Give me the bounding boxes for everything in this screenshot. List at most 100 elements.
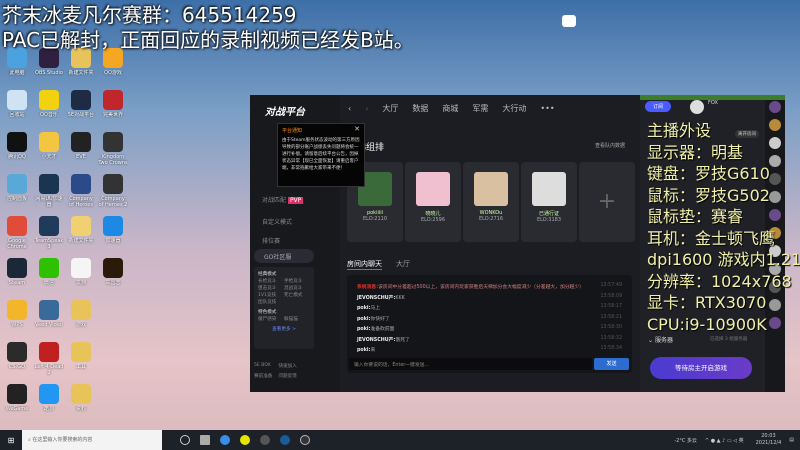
wait-host-button[interactable]: 等待房主开启游戏 (650, 357, 752, 379)
desktop-icon[interactable]: TeamSpeak 3 (34, 216, 64, 250)
desktop-icon[interactable]: 5E对战平台 (66, 90, 96, 124)
app-icon-obs2[interactable] (300, 435, 310, 445)
5ebox-link[interactable]: 5E BOX (254, 363, 272, 369)
desktop-icon[interactable]: 酷狗 (34, 384, 64, 418)
nav-tab[interactable]: 大厅 (382, 103, 398, 114)
app-icon-qqmusic[interactable] (240, 435, 250, 445)
nav-tab[interactable]: 数据 (412, 103, 428, 114)
desktop-icon[interactable]: 工具 (66, 342, 96, 376)
desktop-icon[interactable]: Veed Video (34, 300, 64, 334)
desktop-icon-label: WPS (11, 322, 23, 328)
app-icon (103, 132, 123, 152)
desktop-icon[interactable]: Company of Heroes (66, 174, 96, 208)
desktop-icon[interactable]: 控制面板 (2, 174, 32, 208)
player-card[interactable]: WONKOu ELO:2716 (463, 162, 519, 242)
clock-date[interactable]: 2021/12/4 (756, 440, 782, 446)
start-icon[interactable]: ⊞ (0, 436, 22, 445)
feedback-link[interactable]: 问题反馈 (278, 373, 296, 379)
desktop-icon[interactable]: 文档 (66, 258, 96, 292)
tab-room-chat[interactable]: 房间内聊天 (347, 259, 382, 270)
tab-lobby[interactable]: 大厅 (396, 259, 410, 270)
cortana-icon[interactable] (180, 435, 190, 445)
back-icon[interactable]: ‹ (348, 104, 351, 113)
forward-icon[interactable]: › (365, 104, 368, 113)
close-icon[interactable]: ✕ (354, 126, 360, 133)
go-community-button[interactable]: GO社区服 (254, 249, 314, 263)
sidebar-item-match[interactable]: 对战匹配 PVP (262, 195, 304, 204)
player-card[interactable]: 已通行证 ELO:3183 (521, 162, 577, 242)
more-icon[interactable]: ••• (540, 104, 554, 113)
player-card[interactable]: 晓晓儿 ELO:2596 (405, 162, 461, 242)
message-time: 13:58:34 (600, 346, 622, 351)
friend-avatar[interactable] (769, 101, 781, 113)
desktop-icon[interactable]: 回收站 (2, 90, 32, 124)
desktop-icon[interactable]: EVE (66, 132, 96, 166)
nav-tab[interactable]: 军需 (472, 103, 488, 114)
desktop-icon[interactable]: 新建文件夹 (66, 48, 96, 82)
taskbar-search[interactable]: ⌕ 在这里输入你要搜索的内容 (22, 430, 162, 450)
mode-item[interactable]: 长枪竞斗 (258, 278, 284, 285)
desktop-icon[interactable]: Kingdom Two Crowns (98, 132, 128, 166)
desktop-icon[interactable]: 加速器 (98, 216, 128, 250)
mode-item[interactable]: 死亡模式 (284, 292, 310, 299)
desktop-icon[interactable]: 完美世界 (98, 90, 128, 124)
notification-icon[interactable]: ▤ (789, 437, 794, 443)
mode-item[interactable]: 手枪竞斗 (284, 278, 310, 285)
steam-icon[interactable] (280, 435, 290, 445)
server-toggle[interactable]: ⌄ 服务器 (648, 335, 673, 344)
desktop-icon[interactable]: WPS (2, 300, 32, 334)
desktop-icon-label: 加速器 (105, 238, 121, 244)
app-icon (7, 216, 27, 236)
add-player-button[interactable]: + (579, 162, 635, 242)
app-icon-obs[interactable] (260, 435, 270, 445)
sidebar-item-rank[interactable]: 排位赛 (262, 236, 280, 245)
chat-message: poki:准备砍前面 13:58:30 (357, 325, 622, 332)
more-modes-link[interactable]: 查看更多 > (258, 326, 310, 333)
user-avatar[interactable] (690, 100, 704, 114)
mode-item[interactable]: 狙击竞斗 (258, 285, 284, 292)
mode-item[interactable]: 混战竞斗 (284, 285, 310, 292)
team-cards: pokiiiii ELO:2110 晓晓儿 ELO:2596 WONKOu ELO:271… (347, 162, 635, 242)
team-data-link[interactable]: 查看队内数据 (595, 142, 625, 149)
nav-tab[interactable]: 大行动 (502, 103, 526, 114)
desktop-icon[interactable]: Steam (2, 258, 32, 292)
desktop-icon[interactable]: QQ游戏 (98, 48, 128, 82)
quick-join-link[interactable]: 快速加入 (278, 363, 296, 369)
taskview-icon[interactable] (200, 435, 210, 445)
desktop-icon[interactable]: 小天才 (34, 132, 64, 166)
desktop-icon[interactable]: 此电脑 (2, 48, 32, 82)
desktop-icon[interactable]: Left 4 Dead 2 (34, 342, 64, 376)
prematch-link[interactable]: 赛前准备 (254, 373, 272, 379)
send-button[interactable]: 发送 (594, 358, 629, 370)
mode-item[interactable]: 1V1竞技 (258, 292, 284, 299)
desktop-icon[interactable]: Company of Heroes 2 (98, 174, 128, 208)
desktop-icon[interactable]: 新建文件夹 (66, 216, 96, 250)
mode-item[interactable]: 团队竞技 (258, 299, 284, 306)
desktop-icon[interactable]: 腾讯QQ (2, 132, 32, 166)
desktop-icon[interactable]: CS:GO (2, 342, 32, 376)
player-elo: ELO:2716 (478, 216, 504, 222)
desktop-icon[interactable]: 微信 (34, 258, 64, 292)
mode-item[interactable]: 僵尸感染 (258, 316, 284, 323)
desktop-icon[interactable]: 游戏 (66, 300, 96, 334)
player-elo: ELO:2110 (362, 216, 388, 222)
app-icon (71, 132, 91, 152)
clock-time[interactable]: 20:03 (761, 433, 775, 439)
app-icon-5e[interactable] (220, 435, 230, 445)
chat-input[interactable]: 输入你要说的话，Enter一键发送... (349, 358, 592, 370)
desktop-icon[interactable]: 网易UU加速器 (34, 174, 64, 208)
player-elo: ELO:3183 (536, 217, 562, 223)
desktop-icon[interactable]: OBS Studio (34, 48, 64, 82)
desktop-icon[interactable]: 三国志 (98, 258, 128, 292)
desktop-icon[interactable]: WeGame (2, 384, 32, 418)
desktop-icon[interactable]: Google Chrome (2, 216, 32, 250)
nav-tab[interactable]: 商城 (442, 103, 458, 114)
vip-button[interactable]: 订阅 (645, 101, 672, 112)
weather[interactable]: -2°C 多云 (674, 437, 697, 444)
sidebar-item-custom[interactable]: 自定义模式 (262, 217, 292, 226)
mode-item[interactable]: 躲猫猫 (284, 316, 310, 323)
desktop-icon[interactable]: 资料 (66, 384, 96, 418)
desktop-icon-label: Company of Heroes 2 (98, 196, 128, 208)
desktop-icon[interactable]: QQ音乐 (34, 90, 64, 124)
tray-icons[interactable]: ^ ● ▲ ♪ ▭ ◁ 英 (705, 437, 744, 444)
